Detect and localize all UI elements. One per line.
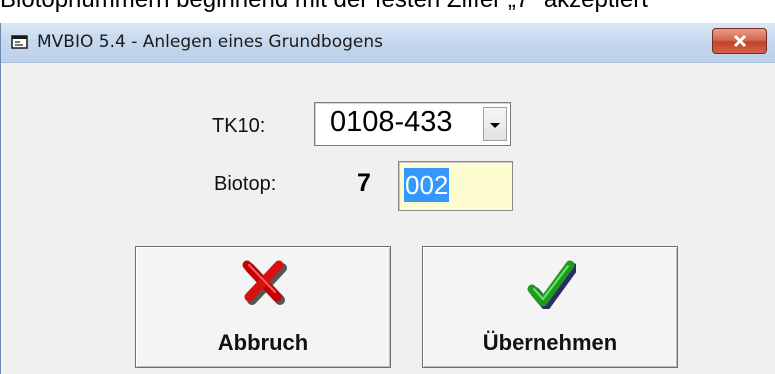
biotop-input[interactable]: 002 [398, 161, 513, 211]
document-text-line: Biotopnummern beginnend mit der festen Z… [0, 0, 775, 16]
accept-button[interactable]: Übernehmen [422, 246, 678, 368]
close-icon [733, 34, 747, 48]
cancel-label: Abbruch [217, 330, 309, 355]
red-x-icon [239, 259, 289, 309]
green-checkmark-icon [526, 259, 578, 310]
window-app-icon [11, 34, 29, 50]
chevron-down-icon[interactable] [483, 107, 507, 141]
cancel-button[interactable]: Abbruch [135, 246, 391, 368]
biotop-value-selected: 002 [404, 168, 450, 202]
title-bar[interactable]: MVBIO 5.4 - Anlegen eines Grundbogens [1, 23, 775, 63]
accept-label: Übernehmen [482, 330, 618, 355]
close-button[interactable] [712, 28, 767, 54]
biotop-prefix: 7 [357, 169, 371, 197]
tk10-value: 0108-433 [330, 106, 453, 138]
dialog-window: MVBIO 5.4 - Anlegen eines Grundbogens TK… [0, 23, 775, 374]
tk10-dropdown[interactable]: 0108-433 [314, 102, 511, 146]
window-title: MVBIO 5.4 - Anlegen eines Grundbogens [37, 32, 384, 52]
tk10-label: TK10: [212, 115, 266, 137]
biotop-label: Biotop: [214, 173, 277, 195]
